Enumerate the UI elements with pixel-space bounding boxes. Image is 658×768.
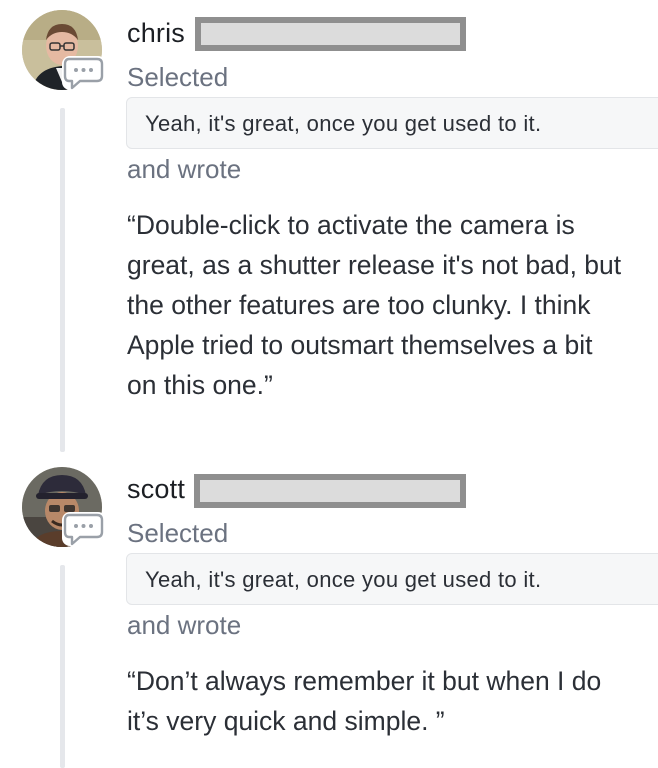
username[interactable]: chris <box>127 18 185 49</box>
speech-bubble-icon <box>62 512 106 546</box>
thread-line <box>60 108 65 452</box>
wrote-label: and wrote <box>127 610 242 640</box>
redaction-bar <box>194 474 466 508</box>
username[interactable]: scott <box>127 474 185 505</box>
selected-text-quote[interactable]: Yeah, it's great, once you get used to i… <box>126 97 658 149</box>
redaction-bar <box>195 17 466 51</box>
comment-text: “Double-click to activate the camera is … <box>127 210 622 400</box>
selected-text-quote[interactable]: Yeah, it's great, once you get used to i… <box>126 553 658 605</box>
speech-bubble-icon <box>62 56 106 90</box>
comment-text: “Don’t always remember it but when I do … <box>127 666 602 736</box>
thread-line <box>60 565 65 768</box>
wrote-label: and wrote <box>127 154 242 184</box>
selected-label: Selected <box>127 62 229 92</box>
selected-label: Selected <box>127 518 229 548</box>
